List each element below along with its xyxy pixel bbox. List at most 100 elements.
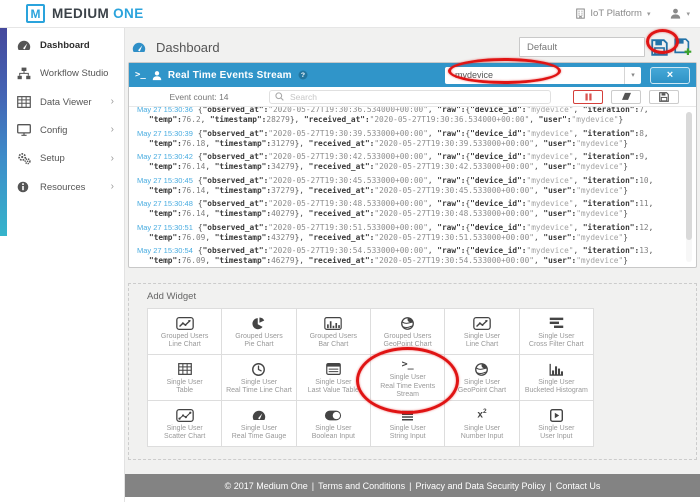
clear-stream-button[interactable]	[611, 90, 641, 104]
widget-option-group: Single User	[315, 425, 351, 434]
scrollbar-thumb[interactable]	[686, 112, 692, 240]
page-title: Dashboard	[132, 40, 220, 55]
event-timestamp: May 27 15:30:51	[137, 223, 193, 232]
string-input-icon	[401, 408, 414, 423]
widget-option-type: Line Chart	[169, 341, 201, 350]
footer-link-terms-and-conditions[interactable]: Terms and Conditions	[318, 481, 405, 491]
footer-separator: |	[409, 481, 411, 491]
sidebar-item-label: Resources	[40, 182, 85, 193]
event-timestamp: May 27 15:30:45	[137, 176, 193, 185]
widget-option-type: String Input	[390, 433, 426, 442]
widget-option-boolean-input[interactable]: Single UserBoolean Input	[297, 401, 371, 447]
widget-option-line-chart[interactable]: Grouped UsersLine Chart	[148, 309, 222, 355]
widget-option-bar-chart[interactable]: Grouped UsersBar Chart	[297, 309, 371, 355]
event-log-area: May 27 15:30:36{"observed_at":"2020-05-2…	[129, 107, 696, 267]
widget-option-type: Cross Filter Chart	[529, 341, 584, 350]
sidebar-item-label: Dashboard	[40, 40, 90, 51]
sidebar-item-resources[interactable]: Resources ›	[0, 173, 124, 201]
widget-option-last-value-table[interactable]: Single UserLast Value Table	[297, 355, 371, 401]
widget-option-group: Single User	[538, 379, 574, 388]
dashboard-name-input[interactable]	[519, 37, 645, 57]
main-content: Dashboard >_ Real Time Events Stream	[125, 28, 700, 502]
sidebar-item-dashboard[interactable]: Dashboard	[0, 32, 124, 59]
pause-stream-button[interactable]	[573, 90, 603, 104]
widget-option-table[interactable]: Single UserTable	[148, 355, 222, 401]
event-log-entry: May 27 15:30:45{"observed_at":"2020-05-2…	[137, 176, 680, 196]
widget-option-type: Line Chart	[466, 341, 498, 350]
widget-option-cross-filter-chart[interactable]: Single UserCross Filter Chart	[520, 309, 594, 355]
close-widget-button[interactable]: ×	[650, 67, 690, 84]
chevron-right-icon: ›	[111, 182, 114, 192]
sidebar-item-setup[interactable]: Setup›	[0, 144, 124, 173]
event-log-entry: May 27 15:30:36{"observed_at":"2020-05-2…	[137, 107, 680, 125]
gauge-icon	[132, 42, 148, 53]
medium-one-logo[interactable]: M MEDIUMONE	[26, 4, 144, 23]
event-count-label: Event count:	[169, 92, 216, 102]
widget-option-group: Grouped Users	[161, 333, 208, 342]
widget-option-group: Single User	[167, 379, 203, 388]
platform-menu[interactable]: IoT Platform ▾	[576, 8, 650, 19]
event-timestamp: May 27 15:30:36	[137, 107, 193, 114]
sidebar-item-label: Config	[40, 125, 67, 136]
save-plus-icon	[674, 38, 692, 56]
widget-option-line-chart[interactable]: Single UserLine Chart	[445, 309, 519, 355]
line-chart-icon	[176, 316, 194, 331]
widget-toolbar: Event count: 14	[129, 87, 696, 107]
event-log-entry: May 27 15:30:39{"observed_at":"2020-05-2…	[137, 129, 680, 149]
widget-option-user-input[interactable]: Single UserUser Input	[520, 401, 594, 447]
widget-option-type: Real Time Gauge	[232, 433, 286, 442]
widget-option-bucketed-histogram[interactable]: Single UserBucketed Histogram	[520, 355, 594, 401]
widget-option-type: Scatter Chart	[164, 433, 205, 442]
line-chart-icon	[473, 316, 491, 331]
widget-titlebar: >_ Real Time Events Stream ? mydevice ▾ …	[129, 63, 696, 87]
user-menu[interactable]: ▾	[670, 8, 690, 19]
widget-option-geopoint-chart[interactable]: Single UserGeoPoint Chart	[445, 355, 519, 401]
add-dashboard-button[interactable]	[674, 38, 692, 56]
widget-option-real-time-gauge[interactable]: Single UserReal Time Gauge	[222, 401, 296, 447]
widget-option-group: Single User	[538, 425, 574, 434]
event-timestamp: May 27 15:30:42	[137, 152, 193, 161]
device-select[interactable]: mydevice ▾	[445, 67, 641, 84]
user-icon	[670, 8, 681, 19]
device-select-value: mydevice	[445, 70, 493, 80]
widget-option-real-time-line-chart[interactable]: Single UserReal Time Line Chart	[222, 355, 296, 401]
sidebar-item-data-viewer[interactable]: Data Viewer›	[0, 88, 124, 116]
terminal-icon: >_	[135, 70, 146, 80]
add-widget-section: Add Widget Grouped UsersLine ChartGroupe…	[128, 283, 697, 460]
chevron-down-icon[interactable]: ▾	[624, 67, 641, 84]
last-value-table-icon	[326, 362, 341, 377]
footer-link-contact-us[interactable]: Contact Us	[556, 481, 601, 491]
brand-one: ONE	[113, 6, 143, 21]
widget-option-group: Grouped Users	[310, 333, 357, 342]
save-dashboard-button[interactable]	[651, 39, 668, 56]
footer-link-privacy-and-data-security-policy[interactable]: Privacy and Data Security Policy	[415, 481, 545, 491]
sidebar-item-label: Workflow Studio	[40, 68, 108, 79]
sidebar-item-config[interactable]: Config›	[0, 116, 124, 144]
save-icon	[651, 39, 668, 56]
search-icon	[275, 92, 284, 101]
footer-separator: |	[550, 481, 552, 491]
search-input[interactable]	[288, 91, 545, 103]
widget-option-scatter-chart[interactable]: Single UserScatter Chart	[148, 401, 222, 447]
chevron-right-icon: ›	[111, 97, 114, 107]
widget-option-pie-chart[interactable]: Grouped UsersPie Chart	[222, 309, 296, 355]
sidebar: DashboardWorkflow StudioData Viewer›Conf…	[0, 28, 125, 502]
widget-option-type: GeoPoint Chart	[458, 387, 506, 396]
export-stream-button[interactable]	[649, 90, 679, 104]
sidebar-item-workflow-studio[interactable]: Workflow Studio	[0, 59, 124, 88]
export-save-icon	[659, 92, 669, 102]
widget-option-real-time-events-stream[interactable]: >_Single UserReal Time Events Stream	[371, 355, 445, 401]
table-icon	[178, 362, 192, 377]
table-icon	[17, 96, 31, 108]
widget-option-group: Single User	[315, 379, 351, 388]
widget-option-geopoint-chart[interactable]: Grouped UsersGeoPoint Chart	[371, 309, 445, 355]
widget-option-type: User Input	[540, 433, 572, 442]
widget-option-string-input[interactable]: Single UserString Input	[371, 401, 445, 447]
sidebar-accent-strip	[0, 28, 7, 236]
event-timestamp: May 27 15:30:54	[137, 246, 193, 255]
help-icon[interactable]: ?	[298, 70, 308, 80]
top-header: M MEDIUMONE IoT Platform ▾ ▾	[0, 0, 700, 28]
scrollbar[interactable]	[686, 112, 692, 262]
footer-separator: |	[312, 481, 314, 491]
widget-option-number-input[interactable]: x2Single UserNumber Input	[445, 401, 519, 447]
